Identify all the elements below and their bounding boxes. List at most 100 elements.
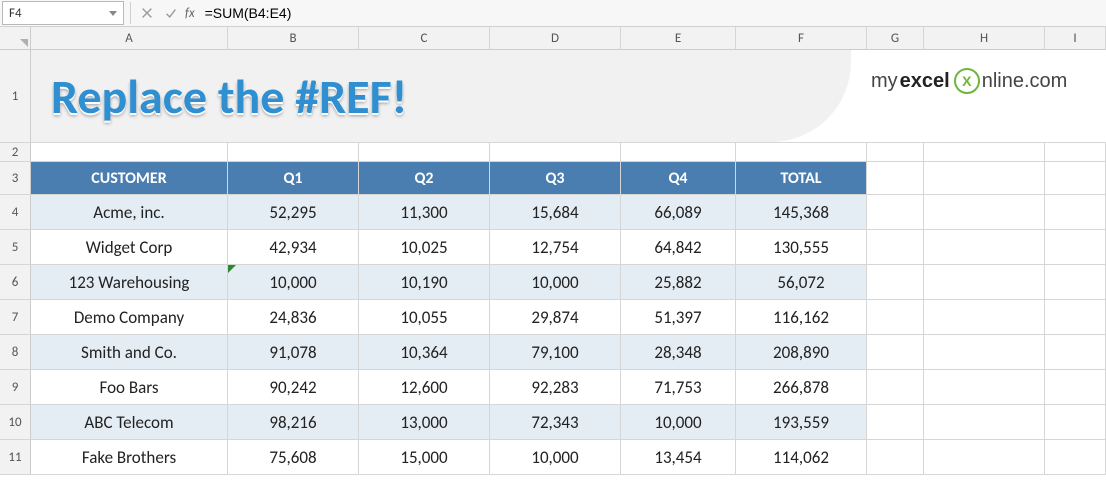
cell-empty[interactable]: [867, 440, 924, 474]
column-header-E[interactable]: E: [621, 27, 736, 49]
cell-total[interactable]: 208,890: [736, 335, 867, 369]
column-header-D[interactable]: D: [490, 27, 621, 49]
cell-total[interactable]: 116,162: [736, 300, 867, 334]
cell-empty[interactable]: [867, 195, 924, 229]
cell-q3[interactable]: 29,874: [490, 300, 621, 334]
cell-empty[interactable]: [1045, 335, 1106, 369]
table-header-q3[interactable]: Q3: [490, 162, 621, 194]
cell-customer[interactable]: Fake Brothers: [31, 440, 228, 474]
cell-empty[interactable]: [924, 265, 1045, 299]
column-header-H[interactable]: H: [924, 27, 1045, 49]
cell-q2[interactable]: 10,190: [359, 265, 490, 299]
cell-q1[interactable]: 90,242: [228, 370, 359, 404]
cell-empty[interactable]: [924, 405, 1045, 439]
cell-total[interactable]: 56,072: [736, 265, 867, 299]
cell-q4[interactable]: 13,454: [621, 440, 736, 474]
formula-input[interactable]: [201, 2, 1106, 24]
cell-empty[interactable]: [1045, 370, 1106, 404]
cell-empty[interactable]: [924, 230, 1045, 264]
cell-empty[interactable]: [1045, 300, 1106, 334]
cell-customer[interactable]: Demo Company: [31, 300, 228, 334]
cell-q4[interactable]: 71,753: [621, 370, 736, 404]
cancel-icon[interactable]: [135, 6, 159, 20]
fx-icon[interactable]: fx: [185, 6, 195, 21]
cell-customer[interactable]: ABC Telecom: [31, 405, 228, 439]
table-header-total[interactable]: TOTAL: [736, 162, 867, 194]
cell-total[interactable]: 114,062: [736, 440, 867, 474]
column-header-I[interactable]: I: [1045, 27, 1106, 49]
cell-empty[interactable]: [1045, 265, 1106, 299]
column-header-B[interactable]: B: [228, 27, 359, 49]
cell-q2[interactable]: 10,055: [359, 300, 490, 334]
cell-q4[interactable]: 25,882: [621, 265, 736, 299]
column-header-A[interactable]: A: [31, 27, 228, 49]
row-header[interactable]: 3: [0, 162, 31, 194]
cell-empty[interactable]: [924, 300, 1045, 334]
cell-customer[interactable]: Smith and Co.: [31, 335, 228, 369]
cell-q2[interactable]: 12,600: [359, 370, 490, 404]
cell-q3[interactable]: 10,000: [490, 440, 621, 474]
cell-q1[interactable]: 75,608: [228, 440, 359, 474]
row-header[interactable]: 4: [0, 195, 31, 229]
cell-total[interactable]: 145,368: [736, 195, 867, 229]
cell-q3[interactable]: 10,000: [490, 265, 621, 299]
worksheet-grid[interactable]: 1 Replace the #REF! my excel X nline.com…: [0, 50, 1106, 475]
cell-q2[interactable]: 10,025: [359, 230, 490, 264]
cell-empty[interactable]: [1045, 440, 1106, 474]
cell-total[interactable]: 193,559: [736, 405, 867, 439]
cell-customer[interactable]: 123 Warehousing: [31, 265, 228, 299]
cell-empty[interactable]: [867, 230, 924, 264]
row-header[interactable]: 10: [0, 405, 31, 439]
cell-customer[interactable]: Acme, inc.: [31, 195, 228, 229]
cell-empty[interactable]: [867, 300, 924, 334]
cell-empty[interactable]: [1045, 405, 1106, 439]
row-header[interactable]: 9: [0, 370, 31, 404]
row-header[interactable]: 5: [0, 230, 31, 264]
cell-empty[interactable]: [924, 335, 1045, 369]
cell-empty[interactable]: [1045, 195, 1106, 229]
table-header-q4[interactable]: Q4: [621, 162, 736, 194]
cell-q3[interactable]: 12,754: [490, 230, 621, 264]
cell-q1[interactable]: 10,000: [228, 265, 359, 299]
row-header[interactable]: 6: [0, 265, 31, 299]
cell-q1[interactable]: 24,836: [228, 300, 359, 334]
cell-q3[interactable]: 15,684: [490, 195, 621, 229]
row-header[interactable]: 1: [0, 50, 31, 142]
cell-customer[interactable]: Foo Bars: [31, 370, 228, 404]
cell-q4[interactable]: 64,842: [621, 230, 736, 264]
name-box[interactable]: F4: [2, 1, 124, 25]
column-header-F[interactable]: F: [736, 27, 867, 49]
cell-empty[interactable]: [924, 195, 1045, 229]
cell-empty[interactable]: [867, 335, 924, 369]
cell-q2[interactable]: 10,364: [359, 335, 490, 369]
table-header-q1[interactable]: Q1: [228, 162, 359, 194]
dropdown-icon[interactable]: [109, 11, 117, 16]
cell-q1[interactable]: 98,216: [228, 405, 359, 439]
column-header-G[interactable]: G: [867, 27, 924, 49]
cell-q3[interactable]: 92,283: [490, 370, 621, 404]
cell-q2[interactable]: 15,000: [359, 440, 490, 474]
cell-q4[interactable]: 51,397: [621, 300, 736, 334]
cell-empty[interactable]: [924, 370, 1045, 404]
cell-q2[interactable]: 13,000: [359, 405, 490, 439]
cell-empty[interactable]: [924, 440, 1045, 474]
table-header-customer[interactable]: CUSTOMER: [31, 162, 228, 194]
column-header-C[interactable]: C: [359, 27, 490, 49]
enter-icon[interactable]: [159, 6, 183, 20]
cell-q3[interactable]: 79,100: [490, 335, 621, 369]
cell-total[interactable]: 130,555: [736, 230, 867, 264]
cell-empty[interactable]: [1045, 230, 1106, 264]
cell-empty[interactable]: [867, 405, 924, 439]
table-header-q2[interactable]: Q2: [359, 162, 490, 194]
cell-q4[interactable]: 28,348: [621, 335, 736, 369]
cell-customer[interactable]: Widget Corp: [31, 230, 228, 264]
select-all-button[interactable]: [0, 27, 31, 49]
row-header[interactable]: 2: [0, 143, 31, 161]
cell-q1[interactable]: 42,934: [228, 230, 359, 264]
cell-empty[interactable]: [867, 265, 924, 299]
row-header[interactable]: 8: [0, 335, 31, 369]
cell-q1[interactable]: 52,295: [228, 195, 359, 229]
cell-q2[interactable]: 11,300: [359, 195, 490, 229]
cell-q4[interactable]: 66,089: [621, 195, 736, 229]
cell-total[interactable]: 266,878: [736, 370, 867, 404]
